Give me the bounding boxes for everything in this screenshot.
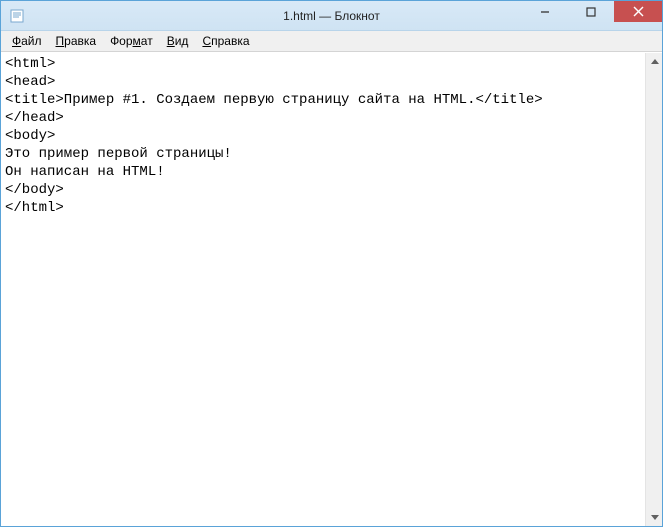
window-controls [522,1,662,30]
close-icon [633,6,644,17]
notepad-window: 1.html — Блокнот Файл Правка Фо [0,0,663,527]
menu-file[interactable]: Файл [5,32,49,50]
scroll-down-icon[interactable] [646,509,663,526]
close-button[interactable] [614,1,662,22]
menu-view[interactable]: Вид [160,32,196,50]
menubar: Файл Правка Формат Вид Справка [1,31,662,52]
minimize-icon [540,7,550,17]
maximize-icon [586,7,596,17]
menu-format[interactable]: Формат [103,32,160,50]
editor-area: <html> <head> <title>Пример #1. Создаем … [1,52,662,526]
minimize-button[interactable] [522,1,568,22]
scroll-up-icon[interactable] [646,53,663,70]
menu-edit[interactable]: Правка [49,32,104,50]
maximize-button[interactable] [568,1,614,22]
text-editor[interactable]: <html> <head> <title>Пример #1. Создаем … [1,53,645,526]
vertical-scrollbar[interactable] [645,53,662,526]
app-icon [9,8,25,24]
menu-help[interactable]: Справка [195,32,256,50]
titlebar[interactable]: 1.html — Блокнот [1,1,662,31]
